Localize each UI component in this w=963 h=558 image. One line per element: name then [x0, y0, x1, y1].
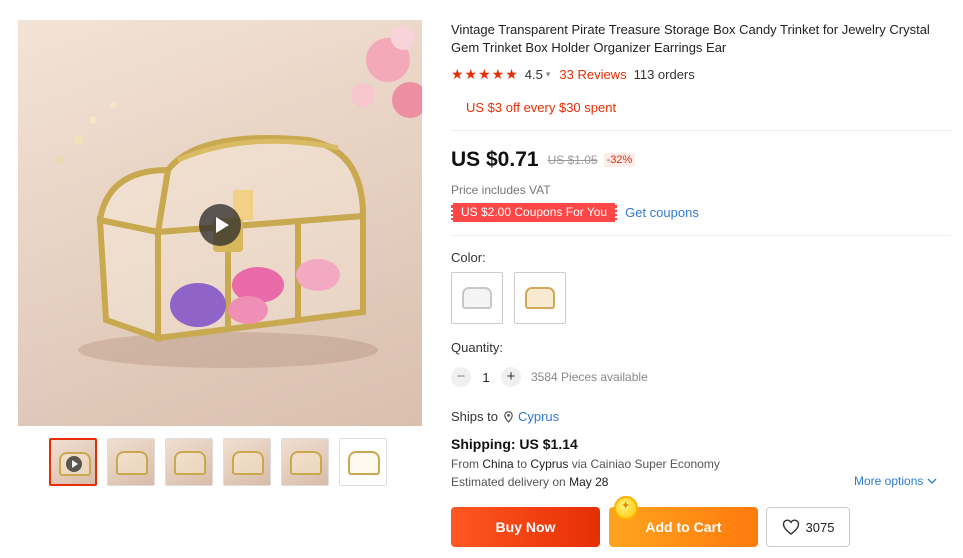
price-row: US $0.71 US $1.05 -32% — [451, 148, 636, 172]
quantity-decrease-button[interactable]: − — [451, 367, 471, 387]
reviews-link[interactable]: 33 Reviews — [559, 67, 626, 82]
shipping-route: From China to Cyprus via Cainiao Super E… — [451, 457, 720, 471]
buy-now-button[interactable]: Buy Now — [451, 507, 600, 547]
chest-swatch-icon — [525, 287, 555, 309]
thumbnail-strip — [49, 438, 387, 486]
rating-stars-icon: ★★★★★ — [451, 65, 519, 82]
color-option-silver[interactable] — [451, 272, 503, 324]
chest-thumbnail-icon — [116, 451, 148, 475]
coupon-row: US $2.00 Coupons For You Get coupons — [451, 203, 699, 222]
coupon-tag[interactable]: US $2.00 Coupons For You — [451, 203, 618, 222]
get-coupons-link[interactable]: Get coupons — [625, 205, 699, 220]
color-option-gold[interactable] — [514, 272, 566, 324]
divider — [451, 130, 951, 131]
divider — [451, 235, 951, 236]
ship-country-link[interactable]: Cyprus — [518, 409, 559, 424]
chevron-down-icon[interactable]: ▾ — [546, 69, 551, 80]
thumbnail-image[interactable] — [281, 438, 329, 486]
chevron-down-icon — [927, 478, 937, 484]
chest-thumbnail-icon — [290, 451, 322, 475]
chest-thumbnail-icon — [232, 451, 264, 475]
wishlist-button[interactable]: 3075 — [766, 507, 850, 547]
orders-count: 113 orders — [633, 66, 695, 82]
route-from: China — [482, 457, 514, 471]
original-price: US $1.05 — [547, 153, 598, 167]
route-from-label: From — [451, 457, 479, 471]
current-price: US $0.71 — [451, 148, 539, 171]
more-shipping-options[interactable]: More options — [854, 474, 937, 488]
shipping-cost: Shipping: US $1.14 — [451, 436, 578, 452]
color-label: Color: — [451, 250, 486, 265]
play-video-button[interactable] — [199, 204, 241, 246]
coin-icon — [614, 496, 638, 520]
product-main-image[interactable] — [18, 20, 422, 426]
vat-note: Price includes VAT — [451, 183, 551, 197]
quantity-input[interactable]: 1 — [471, 370, 501, 385]
quantity-stepper: − 1 + 3584 Pieces available — [451, 367, 648, 387]
play-icon — [215, 217, 229, 233]
thumbnail-image[interactable] — [223, 438, 271, 486]
ships-to-label: Ships to — [451, 409, 498, 424]
product-title: Vintage Transparent Pirate Treasure Stor… — [451, 22, 930, 55]
estimated-delivery: Estimated delivery on May 28 — [451, 475, 608, 489]
chest-thumbnail-icon — [174, 451, 206, 475]
delivery-date: May 28 — [569, 475, 609, 489]
more-options-label: More options — [854, 474, 924, 488]
ships-to-row: Ships to Cyprus — [451, 409, 559, 424]
quantity-label: Quantity: — [451, 340, 504, 355]
heart-icon — [782, 519, 799, 535]
route-to: Cyprus — [530, 457, 569, 471]
quantity-increase-button[interactable]: + — [501, 367, 521, 387]
discount-badge: -32% — [603, 153, 636, 167]
play-icon — [66, 456, 82, 472]
delivery-label: Estimated delivery on — [451, 475, 566, 489]
route-to-label: to — [517, 457, 528, 471]
thumbnail-image[interactable] — [165, 438, 213, 486]
route-carrier: via Cainiao Super Economy — [571, 457, 720, 471]
store-promo: US $3 off every $30 spent — [466, 100, 617, 115]
thumbnail-image[interactable] — [107, 438, 155, 486]
rating-row: ★★★★★ 4.5 ▾ 33 Reviews 113 orders — [451, 66, 695, 82]
chest-thumbnail-icon — [348, 451, 380, 475]
thumbnail-video[interactable] — [49, 438, 97, 486]
location-pin-icon — [504, 410, 513, 423]
thumbnail-image[interactable] — [339, 438, 387, 486]
rating-value[interactable]: 4.5 — [525, 67, 543, 82]
chest-swatch-icon — [462, 287, 492, 309]
stock-available: 3584 Pieces available — [531, 370, 648, 384]
wishlist-count: 3075 — [805, 519, 835, 535]
